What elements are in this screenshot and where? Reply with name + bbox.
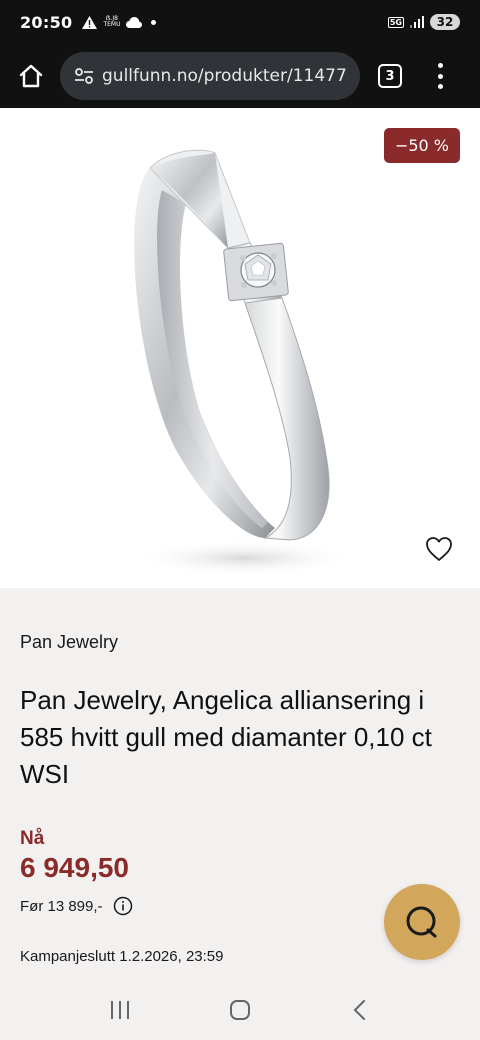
campaign-end: Kampanjeslutt 1.2.2026, 23:59: [20, 948, 224, 965]
nav-home-icon: [230, 1000, 250, 1020]
info-icon[interactable]: [113, 896, 133, 916]
signal-icon: [410, 16, 424, 28]
warning-icon: [82, 15, 98, 29]
system-nav-bar: [0, 980, 480, 1040]
browser-toolbar: gullfunn.no/produkter/114772 3: [0, 44, 480, 108]
temu-notification-icon: ẞ.J8 TEMU: [103, 15, 121, 28]
status-right: 5G 32: [387, 14, 460, 30]
before-price-row: Før 13 899,-: [20, 896, 133, 916]
current-price: 6 949,50: [20, 852, 129, 883]
url-text[interactable]: gullfunn.no/produkter/114772: [102, 66, 346, 86]
home-icon: [19, 64, 43, 88]
dot-icon: [151, 19, 157, 25]
back-icon: [353, 1000, 365, 1020]
chat-icon: [406, 906, 437, 938]
heart-icon[interactable]: [424, 534, 454, 564]
chat-button[interactable]: [384, 884, 460, 960]
tune-icon[interactable]: [74, 66, 94, 86]
notification-icons: ẞ.J8 TEMU: [82, 15, 157, 29]
recents-button[interactable]: [100, 990, 140, 1030]
status-bar: 20:50 ẞ.J8 TEMU 5G 32: [0, 0, 480, 44]
before-price: Før 13 899,-: [20, 897, 103, 915]
recents-icon: [111, 1001, 129, 1019]
cloud-icon: [126, 16, 143, 28]
home-button[interactable]: [16, 61, 46, 91]
ring-image: [134, 149, 355, 576]
brand-name[interactable]: Pan Jewelry: [20, 632, 118, 653]
now-label: Nå: [20, 828, 45, 849]
nav-home-button[interactable]: [220, 990, 260, 1030]
product-image[interactable]: −50 %: [0, 108, 480, 588]
address-bar[interactable]: gullfunn.no/produkter/114772: [60, 52, 360, 100]
product-title: Pan Jewelry, Angelica alliansering i 585…: [20, 685, 432, 789]
network-badge: 5G: [387, 16, 404, 28]
status-time: 20:50: [20, 12, 73, 32]
tab-switcher-button[interactable]: 3: [378, 64, 402, 88]
battery-indicator: 32: [430, 14, 460, 30]
discount-badge: −50 %: [383, 128, 460, 163]
back-button[interactable]: [340, 990, 380, 1030]
more-vert-icon[interactable]: [436, 63, 444, 89]
